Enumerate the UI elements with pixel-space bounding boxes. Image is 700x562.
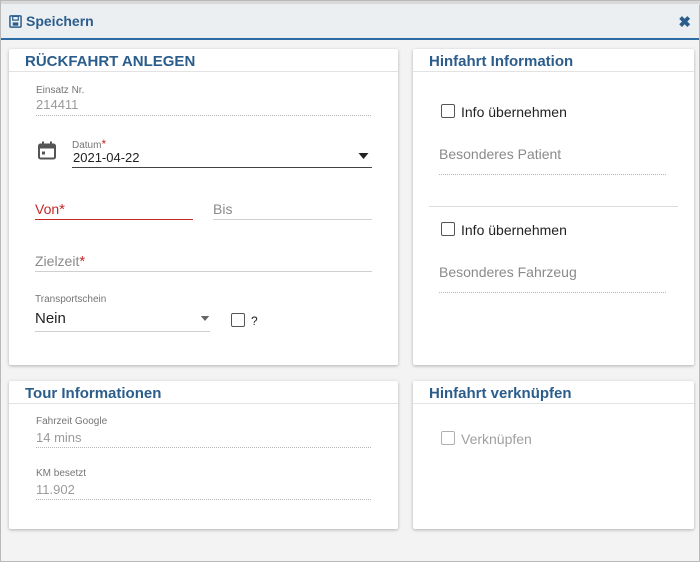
section-divider — [429, 206, 678, 207]
transportschein-underline — [35, 331, 210, 332]
einsatz-value: 214411 — [36, 97, 79, 112]
save-icon — [9, 14, 22, 28]
rueckfahrt-card: RÜCKFAHRT ANLEGEN Einsatz Nr. 214411 Dat… — [9, 49, 398, 365]
info-uebernehmen-label-2: Info übernehmen — [461, 222, 567, 238]
calendar-icon[interactable] — [37, 140, 57, 161]
fahrzeit-underline — [36, 447, 371, 448]
einsatz-label: Einsatz Nr. — [36, 85, 85, 96]
verknuepfen-checkbox[interactable] — [441, 431, 455, 445]
bis-field[interactable]: Bis — [213, 201, 232, 217]
rueckfahrt-title: RÜCKFAHRT ANLEGEN — [25, 53, 196, 70]
km-value: 11.902 — [36, 482, 75, 497]
besonderes-fahrzeug-field[interactable]: Besonderes Fahrzeug — [439, 264, 577, 280]
datum-label: Datum* — [72, 137, 106, 151]
besonderes-patient-field[interactable]: Besonderes Patient — [439, 146, 561, 162]
verknuepfen-title: Hinfahrt verknüpfen — [429, 385, 572, 402]
bis-underline — [213, 219, 372, 220]
dialog-window: Speichern ✖ RÜCKFAHRT ANLEGEN Einsatz Nr… — [0, 0, 700, 562]
von-placeholder: Von — [35, 201, 60, 217]
datum-dropdown-icon[interactable] — [358, 153, 369, 159]
fahrzeug-underline — [439, 292, 666, 293]
required-mark: * — [101, 137, 107, 151]
info-uebernehmen-checkbox-1[interactable] — [441, 104, 455, 118]
transportschein-select[interactable]: Nein — [35, 310, 66, 327]
chevron-down-icon[interactable] — [200, 316, 210, 321]
km-label: KM besetzt — [36, 468, 87, 479]
fahrzeit-label: Fahrzeit Google — [36, 416, 108, 427]
dialog-header: Speichern ✖ — [1, 4, 699, 40]
zielzeit-placeholder: Zielzeit — [35, 253, 80, 269]
card-divider — [413, 71, 694, 72]
close-icon[interactable]: ✖ — [678, 13, 691, 31]
save-button[interactable]: Speichern — [9, 13, 94, 29]
hinfahrt-info-title: Hinfahrt Information — [429, 53, 574, 70]
tour-title: Tour Informationen — [25, 385, 162, 402]
verknuepfen-card: Hinfahrt verknüpfen Verknüpfen — [413, 381, 694, 529]
card-divider — [9, 403, 398, 404]
transportschein-checkbox[interactable] — [231, 313, 245, 327]
patient-underline — [439, 174, 666, 175]
km-underline — [36, 499, 371, 500]
einsatz-underline — [36, 115, 371, 116]
fahrzeit-value: 14 mins — [36, 430, 82, 445]
info-uebernehmen-label-1: Info übernehmen — [461, 104, 567, 120]
info-uebernehmen-checkbox-2[interactable] — [441, 222, 455, 236]
hinfahrt-info-card: Hinfahrt Information Info übernehmen Bes… — [413, 49, 694, 365]
datum-underline — [72, 167, 372, 168]
zielzeit-underline — [35, 271, 372, 272]
verknuepfen-label: Verknüpfen — [461, 431, 532, 447]
von-field[interactable]: Von* — [35, 201, 65, 218]
card-divider — [413, 403, 694, 404]
question-label: ? — [251, 314, 258, 328]
von-underline — [35, 219, 193, 220]
card-divider — [9, 71, 398, 72]
zielzeit-field[interactable]: Zielzeit* — [35, 253, 85, 270]
save-label: Speichern — [26, 13, 94, 29]
tour-card: Tour Informationen Fahrzeit Google 14 mi… — [9, 381, 398, 529]
transportschein-label: Transportschein — [35, 294, 107, 305]
required-mark: * — [79, 253, 86, 270]
datum-field[interactable]: 2021-04-22 — [73, 150, 140, 165]
required-mark: * — [59, 201, 65, 218]
